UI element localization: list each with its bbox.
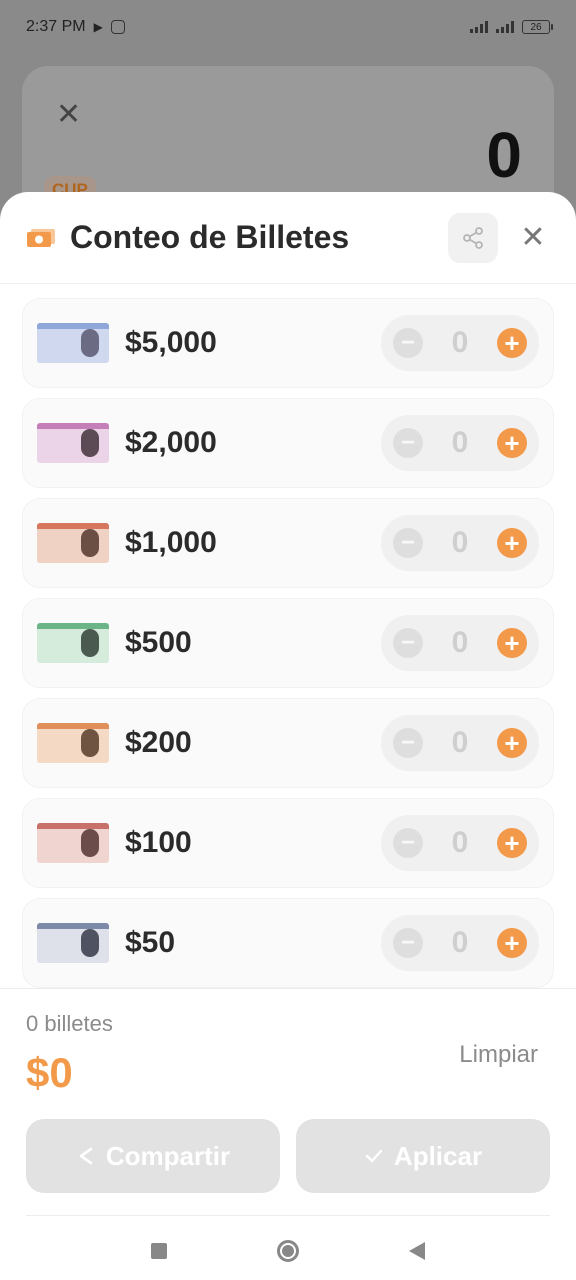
bill-count: 0 xyxy=(451,626,469,659)
quantity-stepper: − 0 + xyxy=(381,915,539,971)
clear-button[interactable]: Limpiar xyxy=(459,1041,538,1069)
quantity-stepper: − 0 + xyxy=(381,715,539,771)
decrement-button[interactable]: − xyxy=(393,628,423,658)
bill-count: 0 xyxy=(451,726,469,759)
increment-button[interactable]: + xyxy=(497,528,527,558)
share-button[interactable] xyxy=(448,212,498,263)
bill-denomination: $200 xyxy=(125,726,192,759)
sheet-title: Conteo de Billetes xyxy=(70,219,350,255)
banknote-image xyxy=(37,523,109,563)
battery-icon: 26 xyxy=(522,20,553,34)
bill-total-count: 0 billetes xyxy=(26,1011,113,1036)
increment-button[interactable]: + xyxy=(497,428,527,458)
bill-count: 0 xyxy=(451,426,469,459)
status-icons-right: 26 xyxy=(470,20,553,34)
bill-denomination: $500 xyxy=(125,626,192,659)
home-button[interactable] xyxy=(277,1240,299,1262)
banknote-image xyxy=(37,823,109,863)
quantity-stepper: − 0 + xyxy=(381,615,539,671)
bill-row: $1,000 − 0 + xyxy=(22,498,554,588)
decrement-button[interactable]: − xyxy=(393,828,423,858)
battery-level: 26 xyxy=(530,21,542,33)
back-button[interactable] xyxy=(409,1242,425,1260)
bill-row: $200 − 0 + xyxy=(22,698,554,788)
decrement-button[interactable]: − xyxy=(393,428,423,458)
increment-button[interactable]: + xyxy=(497,728,527,758)
bill-denomination: $5,000 xyxy=(125,326,217,359)
share-summary-button[interactable]: Compartir xyxy=(26,1119,280,1193)
bill-denomination: $2,000 xyxy=(125,426,217,459)
banknote-image xyxy=(37,723,109,763)
banknote-image xyxy=(37,623,109,663)
bill-row: $50 − 0 + xyxy=(22,898,554,988)
app-notification-icon xyxy=(110,20,125,34)
increment-button[interactable]: + xyxy=(497,828,527,858)
sheet-header: Conteo de Billetes ✕ xyxy=(0,192,576,284)
signal-icon xyxy=(496,21,514,33)
apply-button[interactable]: Aplicar xyxy=(296,1119,550,1193)
bill-denomination: $50 xyxy=(125,926,176,959)
share-icon xyxy=(79,1147,93,1165)
status-icons-left: ▶ xyxy=(94,20,125,34)
share-summary-label: Compartir xyxy=(105,1140,231,1171)
close-icon[interactable]: ✕ xyxy=(516,221,550,255)
decrement-button[interactable]: − xyxy=(393,528,423,558)
system-navigation-bar xyxy=(0,1222,576,1280)
increment-button[interactable]: + xyxy=(497,328,527,358)
quantity-stepper: − 0 + xyxy=(381,815,539,871)
decrement-button[interactable]: − xyxy=(393,728,423,758)
quantity-stepper: − 0 + xyxy=(381,515,539,571)
check-icon xyxy=(365,1149,383,1163)
bill-count: 0 xyxy=(451,326,469,359)
banknote-image xyxy=(37,423,109,463)
bill-row: $100 − 0 + xyxy=(22,798,554,888)
bill-row: $2,000 − 0 + xyxy=(22,398,554,488)
bill-row: $5,000 − 0 + xyxy=(22,298,554,388)
increment-button[interactable]: + xyxy=(497,928,527,958)
quantity-stepper: − 0 + xyxy=(381,415,539,471)
share-icon xyxy=(463,226,483,249)
banknote-image xyxy=(37,323,109,363)
apply-label: Aplicar xyxy=(393,1140,483,1171)
total-amount: $0 xyxy=(26,1049,73,1096)
bill-count: 0 xyxy=(451,826,469,859)
quantity-stepper: − 0 + xyxy=(381,315,539,371)
play-icon: ▶ xyxy=(93,20,103,34)
bill-row: $500 − 0 + xyxy=(22,598,554,688)
status-time: 2:37 PM xyxy=(26,18,86,35)
bill-count-sheet: Conteo de Billetes ✕ $5,000 − 0 + $2,000 xyxy=(0,192,576,1280)
bill-list: $5,000 − 0 + $2,000 − 0 + $1,000 − 0 + $… xyxy=(0,284,576,988)
decrement-button[interactable]: − xyxy=(393,328,423,358)
close-icon[interactable]: ✕ xyxy=(56,100,81,130)
decrement-button[interactable]: − xyxy=(393,928,423,958)
banknote-image xyxy=(37,923,109,963)
bill-denomination: $100 xyxy=(125,826,192,859)
banknote-icon xyxy=(27,228,55,247)
bill-denomination: $1,000 xyxy=(125,526,217,559)
status-bar: 2:37 PM ▶ 26 xyxy=(0,0,576,54)
bill-count: 0 xyxy=(451,526,469,559)
divider xyxy=(26,1215,550,1216)
recents-button[interactable] xyxy=(151,1243,167,1259)
bill-count: 0 xyxy=(451,926,469,959)
signal-icon xyxy=(470,21,488,33)
background-amount: 0 xyxy=(486,119,522,191)
increment-button[interactable]: + xyxy=(497,628,527,658)
